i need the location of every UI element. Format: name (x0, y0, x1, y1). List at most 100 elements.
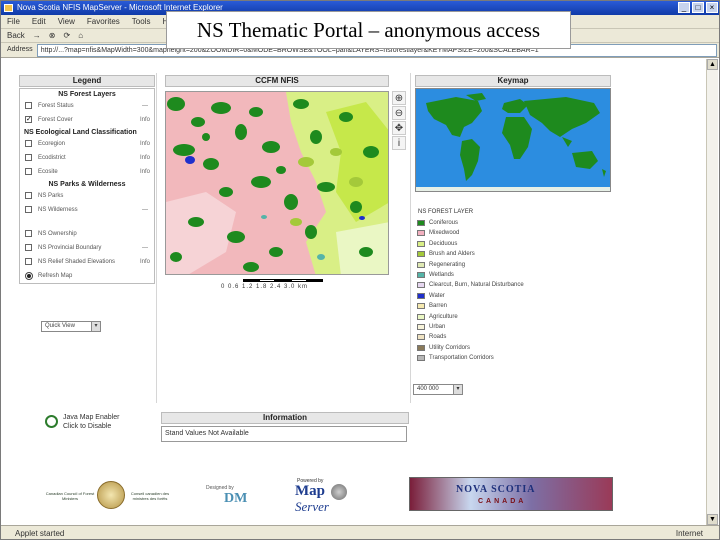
legend-item-label: Brush and Alders (429, 251, 475, 258)
layer-row-parks: NS Parks (20, 189, 154, 203)
keymap-world[interactable] (415, 88, 611, 192)
legend-item: Brush and Alders (415, 249, 611, 259)
minimize-icon[interactable]: _ (678, 2, 690, 13)
legend-item-label: Roads (429, 334, 447, 341)
map-panel: CCFM NFIS ⊕ ⊖ ✥ i 0 0.6 1.2 1.8 2.4 3.0 … (161, 75, 409, 299)
zoom-in-icon[interactable]: ⊕ (392, 91, 406, 105)
legend-item: Clearcut, Burn, Natural Disturbance (415, 280, 611, 290)
legend-item-label: Water (429, 292, 445, 299)
browser-window: Nova Scotia NFIS MapServer - Microsoft I… (0, 0, 720, 540)
legend-item: Transportation Corridors (415, 353, 611, 363)
legend-item: Utility Corridors (415, 343, 611, 353)
dm-mark: DM (224, 491, 248, 506)
window-controls: _ □ × (678, 2, 718, 13)
layer-label: Ecodistrict (38, 155, 66, 161)
legend-swatch (417, 303, 425, 310)
legend-item-label: Mixedwood (429, 230, 460, 237)
legend-item: Wetlands (415, 270, 611, 280)
layer-checkbox[interactable] (25, 102, 32, 109)
menu-tools[interactable]: Tools (132, 15, 151, 28)
address-label: Address (7, 46, 33, 53)
scale-segment (275, 279, 291, 282)
legend-item: Coniferous (415, 218, 611, 228)
refresh-map-row[interactable]: Refresh Map (20, 269, 154, 283)
layer-row-ecosite: Ecosite Info (20, 165, 154, 179)
legend-swatch (417, 251, 425, 258)
layer-label: Forest Status (38, 103, 74, 109)
mapserver-logo[interactable]: Powered by Map Server (293, 478, 357, 518)
legend-swatch (417, 313, 425, 320)
layer-checkbox-checked[interactable]: ✓ (25, 116, 32, 123)
legend-swatch (417, 230, 425, 237)
layer-label: NS Wilderness (38, 207, 78, 213)
scale-segment (259, 279, 275, 282)
legend-swatch (417, 355, 425, 362)
maximize-icon[interactable]: □ (692, 2, 704, 13)
legend-item: Mixedwood (415, 228, 611, 238)
legend-title: Legend (19, 75, 155, 87)
zoom-out-icon[interactable]: ⊖ (392, 106, 406, 120)
identify-icon[interactable]: i (392, 136, 406, 150)
info-link[interactable]: Info (140, 151, 150, 165)
legend-layer-title: NS FOREST LAYER (418, 209, 474, 215)
legend-swatch (417, 344, 425, 351)
scroll-up-icon[interactable]: ▲ (707, 59, 718, 70)
legend-item-label: Urban (429, 323, 446, 330)
legend-swatch (417, 271, 425, 278)
java-disable-link[interactable]: Click to Disable (63, 422, 119, 431)
layer-label: Ecoregion (38, 141, 66, 147)
pan-icon[interactable]: ✥ (392, 121, 406, 135)
ie-icon (4, 4, 13, 12)
nova-scotia-banner[interactable]: NOVA SCOTIA CANADA (409, 477, 613, 511)
info-link[interactable]: Info (140, 113, 150, 127)
group-forest-layers: NS Forest Layers (58, 91, 116, 98)
back-button[interactable]: Back (7, 29, 25, 42)
info-link[interactable]: Info (140, 137, 150, 151)
layer-checkbox[interactable] (25, 230, 32, 237)
legend-item: Water (415, 291, 611, 301)
stop-button[interactable]: ⊗ (49, 29, 56, 42)
refresh-button[interactable]: ⟳ (64, 29, 71, 42)
layer-label: Forest Cover (38, 117, 73, 123)
ccfm-french: Conseil canadien des ministres des forêt… (130, 491, 170, 501)
legend-item: Roads (415, 332, 611, 342)
home-button[interactable]: ⌂ (78, 29, 83, 42)
chevron-down-icon[interactable]: ▾ (453, 385, 462, 394)
layer-tag: — (142, 245, 148, 251)
legend-swatch (417, 261, 425, 268)
layer-checkbox[interactable] (25, 258, 32, 265)
refresh-map-label[interactable]: Refresh Map (38, 273, 72, 279)
layer-checkbox[interactable] (25, 154, 32, 161)
legend-swatch (417, 240, 425, 247)
dm-logo[interactable]: Designed by DM (206, 485, 266, 515)
legend-item-label: Transportation Corridors (429, 355, 494, 362)
group-parks: NS Parks & Wilderness (48, 181, 126, 188)
quick-view-select[interactable]: Quick View ▾ (41, 321, 101, 332)
close-icon[interactable]: × (706, 2, 718, 13)
information-title: Information (161, 412, 409, 424)
refresh-radio[interactable] (25, 272, 33, 280)
ccfm-logo[interactable]: Canadian Council of Forest Ministers Con… (45, 481, 169, 517)
layer-checkbox[interactable] (25, 168, 32, 175)
chevron-down-icon[interactable]: ▾ (91, 322, 100, 331)
forward-button[interactable]: → (33, 29, 41, 42)
forest-map[interactable] (165, 91, 389, 275)
scroll-down-icon[interactable]: ▼ (707, 514, 718, 525)
ns-banner-subtitle: CANADA (478, 498, 527, 505)
info-link[interactable]: Info (140, 255, 150, 269)
menu-view[interactable]: View (58, 15, 75, 28)
info-link[interactable]: Info (140, 165, 150, 179)
map-scale-select[interactable]: 400 000 ▾ (413, 384, 463, 395)
menu-edit[interactable]: Edit (32, 15, 46, 28)
layer-checkbox[interactable] (25, 192, 32, 199)
layer-checkbox[interactable] (25, 206, 32, 213)
legend-item: Barren (415, 301, 611, 311)
forest-legend-list: Coniferous Mixedwood Deciduous Brush and… (415, 218, 611, 363)
menu-file[interactable]: File (7, 15, 20, 28)
layer-checkbox[interactable] (25, 140, 32, 147)
vertical-scrollbar[interactable]: ▲ ▼ (706, 59, 718, 525)
layer-checkbox[interactable] (25, 244, 32, 251)
java-map-enabler[interactable]: Java Map Enabler Click to Disable (45, 413, 165, 437)
layer-tag: — (142, 207, 148, 213)
menu-favorites[interactable]: Favorites (87, 15, 120, 28)
